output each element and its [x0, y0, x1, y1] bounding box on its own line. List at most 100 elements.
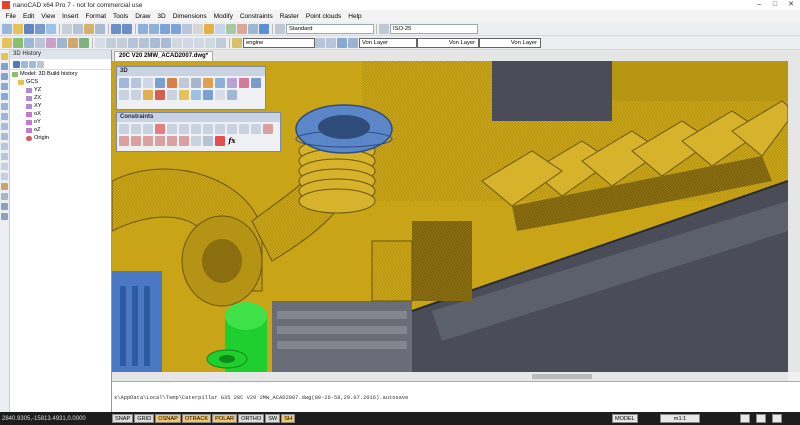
sw-toggle[interactable]: SW — [265, 414, 281, 423]
menu-edit[interactable]: Edit — [19, 13, 37, 20]
minimize-button[interactable]: – — [752, 0, 766, 10]
tree-item[interactable]: ZX — [12, 94, 111, 102]
pyramid-icon[interactable] — [191, 78, 201, 88]
maximize-button[interactable]: □ — [768, 0, 782, 10]
polygon-tool-icon[interactable] — [1, 113, 8, 120]
menu-modify[interactable]: Modify — [210, 13, 236, 20]
menu-insert[interactable]: Insert — [59, 13, 82, 20]
render-icon[interactable] — [248, 23, 258, 34]
block-tool-icon[interactable] — [1, 173, 8, 180]
refresh-icon[interactable] — [21, 60, 28, 68]
symmetric-icon[interactable] — [239, 124, 249, 134]
sphere-icon[interactable] — [155, 78, 165, 88]
slice-icon[interactable] — [179, 90, 189, 100]
layer-manager-icon[interactable] — [215, 23, 225, 34]
layer-lock-icon[interactable] — [35, 37, 45, 48]
otrack-toggle[interactable]: OTRACK — [181, 414, 212, 423]
tree-item[interactable]: XY — [12, 102, 111, 110]
ucs-world-icon[interactable] — [106, 37, 116, 48]
tree-item[interactable]: oY — [12, 118, 111, 126]
linear-dim-icon[interactable] — [263, 124, 273, 134]
layer-states-icon[interactable] — [2, 37, 12, 48]
zoom-window-icon[interactable] — [160, 23, 170, 34]
open-icon[interactable] — [13, 23, 23, 34]
edit-constraints-icon[interactable] — [203, 136, 213, 146]
horizontal-dim-icon[interactable] — [131, 136, 141, 146]
vertical-dim-icon[interactable] — [143, 136, 153, 146]
filter-icon[interactable] — [13, 60, 20, 68]
menu-constraints[interactable]: Constraints — [236, 13, 276, 20]
expand-icon[interactable] — [29, 60, 36, 68]
lock-icon[interactable] — [756, 414, 766, 423]
ucs-zaxis-icon[interactable] — [161, 37, 171, 48]
layer-freeze-icon[interactable] — [24, 37, 34, 48]
perpendicular-icon[interactable] — [179, 124, 189, 134]
help-icon[interactable] — [259, 23, 269, 34]
menu-draw[interactable]: Draw — [132, 13, 154, 20]
ucs-apply-icon[interactable] — [216, 37, 226, 48]
preview-icon[interactable] — [46, 23, 56, 34]
linetype-select[interactable]: Von Layer — [417, 37, 479, 48]
polyline-tool-icon[interactable] — [1, 73, 8, 80]
loft-icon[interactable] — [239, 78, 249, 88]
tree-item[interactable]: oZ — [12, 126, 111, 134]
menu-dimensions[interactable]: Dimensions — [169, 13, 210, 20]
thicken-icon[interactable] — [203, 90, 213, 100]
shell-icon[interactable] — [167, 90, 177, 100]
properties-palette-icon[interactable] — [1, 53, 8, 60]
save-icon[interactable] — [24, 23, 34, 34]
menu-file[interactable]: File — [2, 13, 19, 20]
menu-help[interactable]: Help — [345, 13, 365, 20]
measure-icon[interactable] — [237, 23, 247, 34]
diameter-dim-icon[interactable] — [179, 136, 189, 146]
dim-style-select[interactable]: ISO-25 — [390, 23, 478, 34]
layer-iso-icon[interactable] — [68, 37, 78, 48]
ucs-x-icon[interactable] — [183, 37, 193, 48]
line-tool-icon[interactable] — [1, 63, 8, 70]
snap-toggle[interactable]: SNAP — [112, 414, 134, 423]
pan-icon[interactable] — [138, 23, 148, 34]
tree-item[interactable]: oX — [12, 110, 111, 118]
intersect-icon[interactable] — [131, 90, 141, 100]
sh-toggle[interactable]: SH — [281, 414, 295, 423]
redo-icon[interactable] — [122, 23, 132, 34]
ellipse-tool-icon[interactable] — [1, 133, 8, 140]
tree-item[interactable]: Origin — [12, 134, 111, 142]
properties-icon[interactable] — [193, 23, 203, 34]
ucs-origin-icon[interactable] — [150, 37, 160, 48]
chamfer-edge-icon[interactable] — [155, 90, 165, 100]
hatch-tool-icon[interactable] — [1, 143, 8, 150]
revolve-icon[interactable] — [215, 78, 225, 88]
layer-select[interactable]: engine — [243, 37, 315, 48]
menu-format[interactable]: Format — [82, 13, 110, 20]
layer-on-icon[interactable] — [13, 37, 23, 48]
text-tool-icon[interactable] — [1, 213, 8, 220]
parallel-icon[interactable] — [167, 124, 177, 134]
concentric-icon[interactable] — [143, 124, 153, 134]
scroll-thumb[interactable] — [532, 374, 592, 379]
delete-constraints-icon[interactable] — [215, 136, 225, 146]
command-line-area[interactable]: s\AppData\Local\Temp\Caterpillar G35 20C… — [112, 381, 800, 412]
aligned-dim-icon[interactable] — [119, 136, 129, 146]
design-center-icon[interactable] — [204, 23, 214, 34]
spline-tool-icon[interactable] — [1, 123, 8, 130]
vertical-scrollbar[interactable] — [788, 61, 800, 372]
smooth-icon[interactable] — [227, 124, 237, 134]
settings-icon[interactable] — [37, 60, 44, 68]
vertical-icon[interactable] — [203, 124, 213, 134]
point-tool-icon[interactable] — [1, 163, 8, 170]
union-icon[interactable] — [251, 78, 261, 88]
menu-view[interactable]: View — [38, 13, 59, 20]
horizontal-icon[interactable] — [191, 124, 201, 134]
wedge-icon[interactable] — [131, 78, 141, 88]
cut-icon[interactable] — [62, 23, 72, 34]
tree-item[interactable]: Model: 3D Build history — [12, 70, 111, 78]
model-space-toggle[interactable]: MODEL — [612, 414, 638, 423]
make-current-layer-icon[interactable] — [315, 37, 325, 48]
workspace-icon[interactable] — [740, 414, 750, 423]
zoom-icon[interactable] — [149, 23, 159, 34]
osnap-toggle[interactable]: OSNAP — [155, 414, 181, 423]
horizontal-scrollbar[interactable] — [112, 372, 788, 381]
ortho-toggle[interactable]: ORTHO — [238, 414, 265, 423]
layer-walk-icon[interactable] — [79, 37, 89, 48]
